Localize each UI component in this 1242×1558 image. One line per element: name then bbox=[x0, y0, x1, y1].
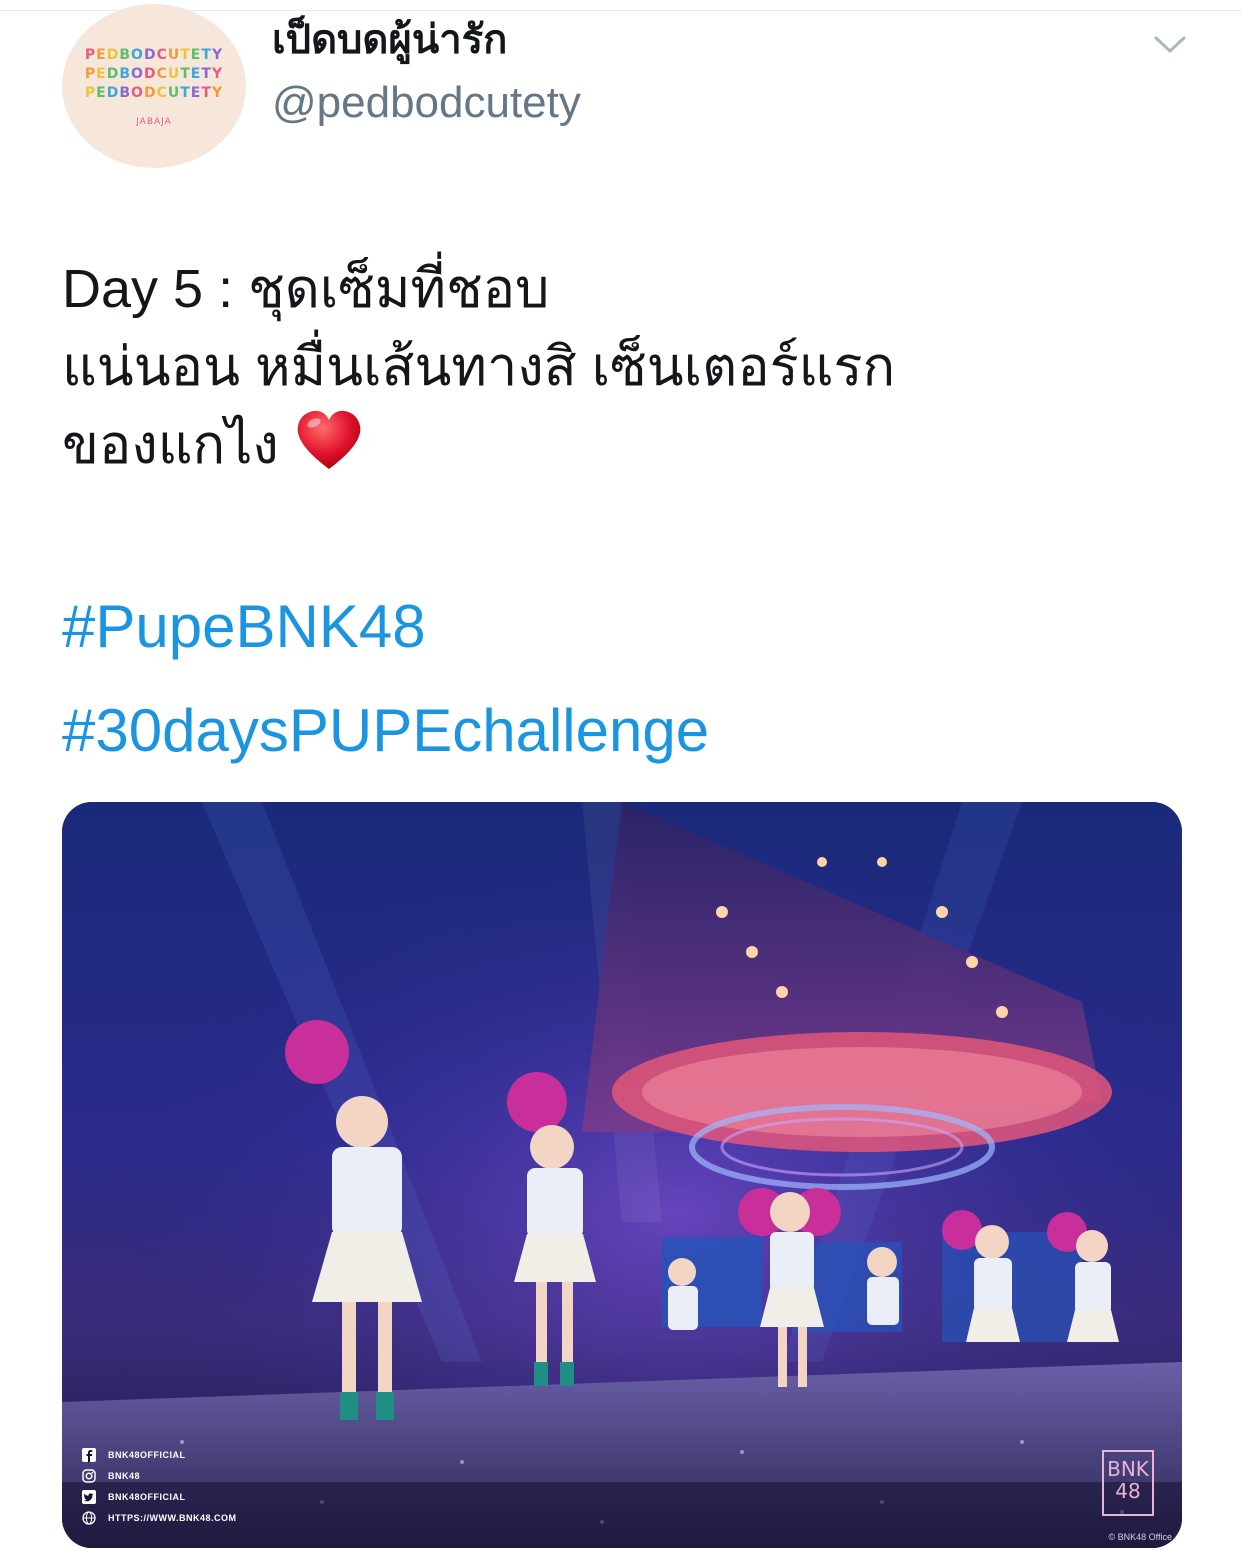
bnk48-logo: BNK 48 bbox=[1102, 1450, 1154, 1516]
social-row: BNK48OFFICIAL bbox=[82, 1444, 237, 1465]
social-text: BNK48OFFICIAL bbox=[108, 1449, 186, 1460]
tweet-media-image[interactable]: BNK48OFFICIAL BNK48 BNK48OFFICIAL HTTPS:… bbox=[62, 802, 1182, 1548]
logo-line: 48 bbox=[1115, 1479, 1141, 1503]
tweet-text-line: Day 5 : ชุดเซ็มที่ชอบ bbox=[62, 259, 550, 319]
tweet-text: Day 5 : ชุดเซ็มที่ชอบ แน่นอน หมื่นเส้นทา… bbox=[62, 250, 1182, 484]
profile-avatar[interactable]: PEDBODCUTETY PEDBODCUTETY PEDBODCUTETY J… bbox=[62, 4, 246, 168]
facebook-icon bbox=[82, 1447, 96, 1462]
avatar-subtext: JABAJA bbox=[136, 116, 172, 127]
twitter-icon bbox=[82, 1489, 96, 1504]
social-watermark: BNK48OFFICIAL BNK48 BNK48OFFICIAL HTTPS:… bbox=[82, 1444, 237, 1528]
tweet-text-line: ของแกไง bbox=[62, 406, 1182, 484]
instagram-icon bbox=[82, 1468, 96, 1483]
tweet-text-fragment: ของแกไง bbox=[62, 415, 279, 475]
heart-icon bbox=[297, 410, 361, 469]
chevron-down-icon[interactable] bbox=[1150, 28, 1190, 60]
avatar-text-line: PEDBODCUTETY bbox=[84, 65, 224, 82]
social-row: HTTPS://WWW.BNK48.COM bbox=[82, 1507, 237, 1528]
social-row: BNK48 bbox=[82, 1465, 237, 1486]
avatar-text-line: PEDBODCUTETY bbox=[84, 46, 224, 63]
user-handle[interactable]: @pedbodcutety bbox=[272, 76, 581, 130]
photo-credit: © BNK48 Office bbox=[1108, 1532, 1173, 1542]
concert-photo bbox=[62, 802, 1182, 1548]
hashtag-link[interactable]: #PupeBNK48 bbox=[62, 592, 426, 662]
tweet-text-line: แน่นอน หมื่นเส้นทางสิ เซ็นเตอร์แรก bbox=[62, 337, 896, 397]
social-text: BNK48OFFICIAL bbox=[108, 1491, 186, 1502]
social-text: HTTPS://WWW.BNK48.COM bbox=[108, 1512, 237, 1523]
globe-icon bbox=[82, 1510, 96, 1525]
social-text: BNK48 bbox=[108, 1470, 141, 1481]
social-row: BNK48OFFICIAL bbox=[82, 1486, 237, 1507]
avatar-text-line: PEDBODCUTETY bbox=[84, 84, 224, 101]
display-name[interactable]: เป็ดบดผู้น่ารัก bbox=[272, 14, 507, 66]
logo-line: BNK bbox=[1107, 1457, 1149, 1481]
hashtag-link[interactable]: #30daysPUPEchallenge bbox=[62, 696, 709, 766]
